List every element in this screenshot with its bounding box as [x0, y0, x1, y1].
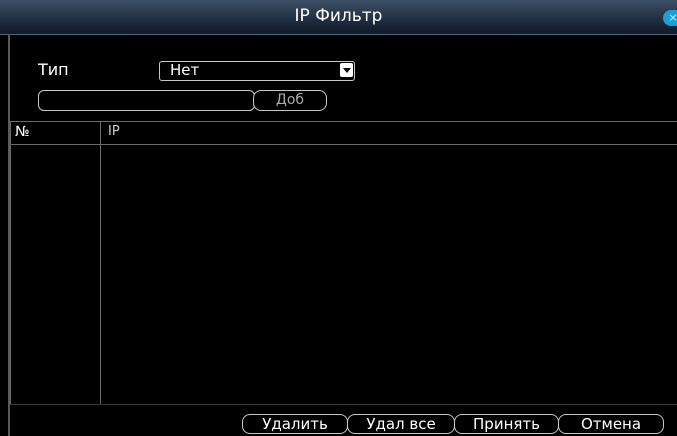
- column-header-number[interactable]: №: [15, 122, 30, 144]
- ip-table: № IP: [10, 121, 677, 404]
- accept-button[interactable]: Принять: [454, 414, 559, 434]
- type-label: Тип: [38, 60, 69, 79]
- type-select[interactable]: Нет: [159, 61, 355, 81]
- window-title: IP Фильтр: [294, 6, 383, 26]
- delete-button[interactable]: Удалить: [242, 414, 348, 434]
- chevron-down-icon[interactable]: [340, 63, 353, 77]
- column-header-ip[interactable]: IP: [108, 122, 120, 144]
- title-bar: IP Фильтр ×: [0, 0, 677, 35]
- ip-address-input[interactable]: [38, 90, 255, 111]
- column-divider: [100, 122, 101, 404]
- delete-all-button[interactable]: Удал все: [347, 414, 455, 434]
- cancel-button[interactable]: Отмена: [558, 414, 664, 434]
- header-divider: [11, 144, 677, 145]
- close-icon[interactable]: ×: [663, 10, 677, 26]
- footer-divider: [10, 404, 677, 405]
- type-select-value: Нет: [170, 61, 200, 79]
- add-button[interactable]: Доб: [253, 90, 327, 111]
